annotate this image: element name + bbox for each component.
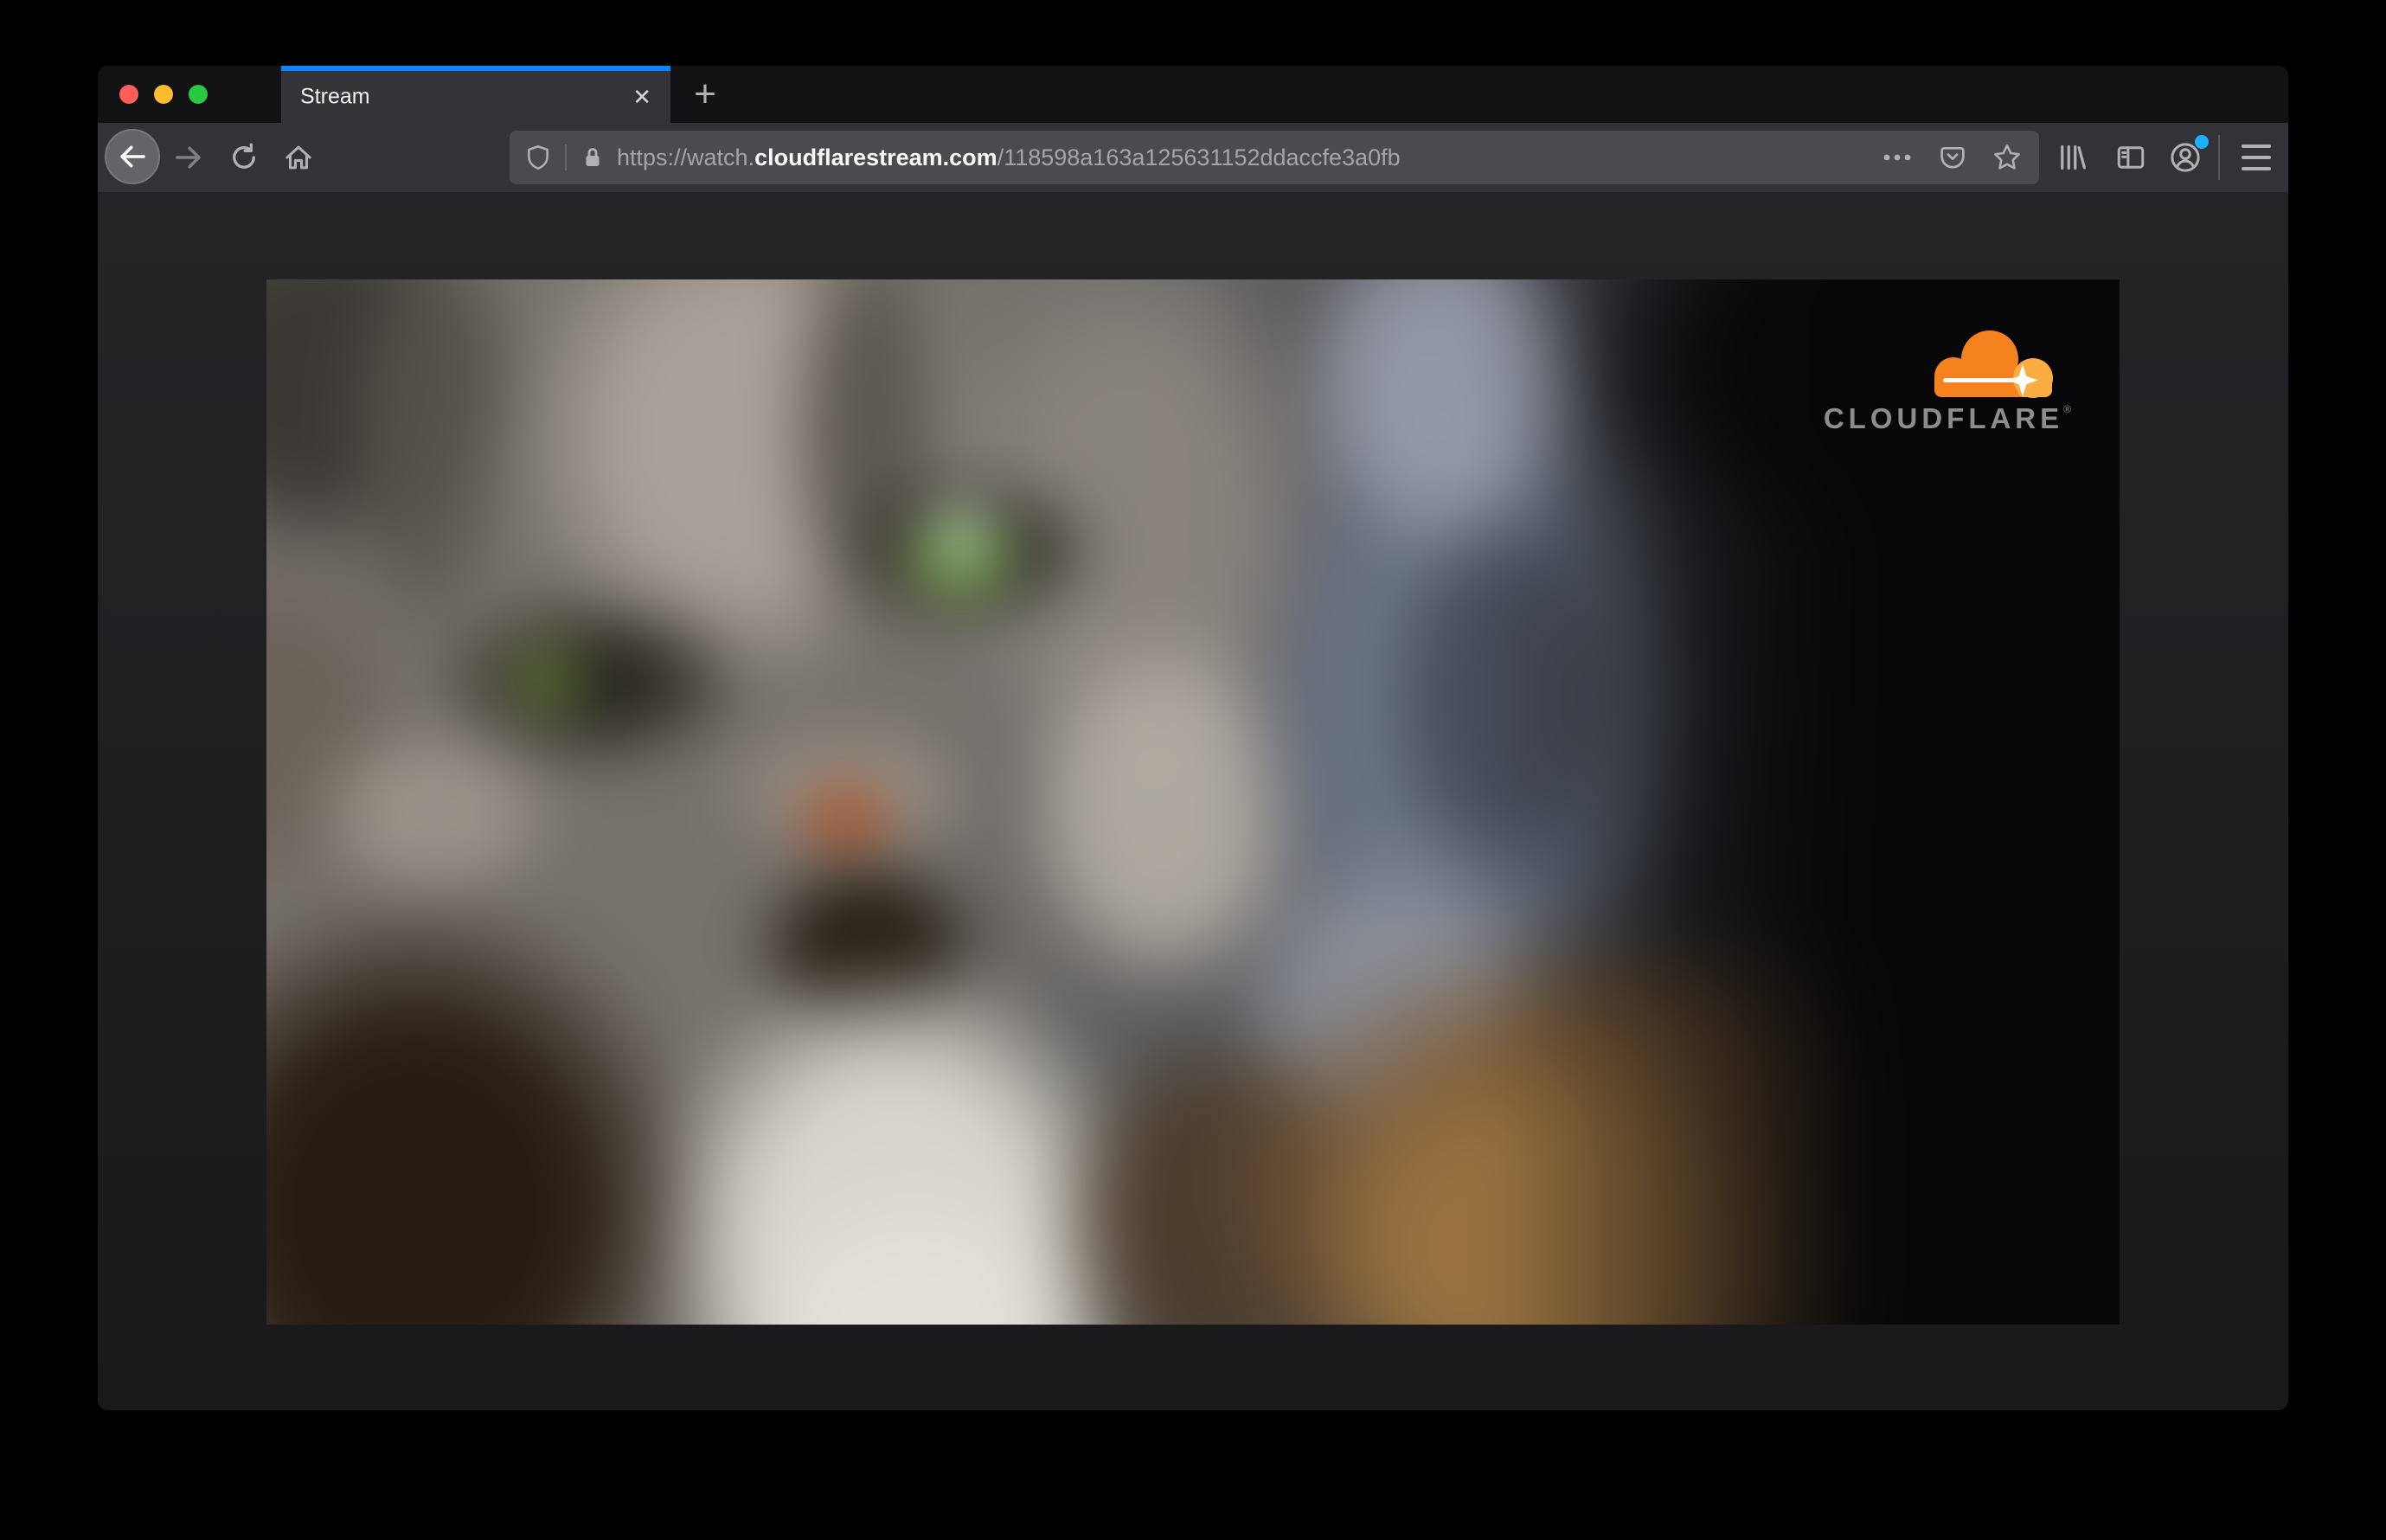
library-button[interactable]	[2053, 138, 2091, 176]
back-arrow-icon	[120, 145, 145, 168]
url-bar[interactable]: https://watch.cloudflarestream.com/11859…	[510, 131, 2039, 184]
url-prefix: https://watch.	[617, 144, 755, 170]
app-menu-button[interactable]	[2237, 138, 2275, 176]
cloudflare-wordmark: CLOUDFLARE®	[1823, 402, 2071, 434]
forward-button[interactable]	[171, 140, 206, 175]
sidebar-icon	[2117, 146, 2145, 169]
video-frame[interactable]: CLOUDFLARE®	[266, 279, 2120, 1325]
account-notification-badge	[2195, 135, 2209, 149]
video-dark-right	[1489, 279, 2120, 1325]
padlock-icon[interactable]	[579, 144, 606, 171]
page-actions-icon[interactable]	[1880, 143, 1915, 172]
home-button[interactable]	[281, 140, 316, 175]
minimize-window-button[interactable]	[154, 85, 173, 104]
library-icon	[2061, 144, 2086, 170]
cloudflare-cloud-icon	[1934, 330, 2053, 398]
forward-arrow-icon	[176, 146, 201, 169]
reload-icon	[233, 143, 255, 169]
tab-bar: Stream ✕ +	[98, 66, 2288, 123]
window-controls	[119, 66, 208, 123]
trademark-glyph: ®	[2063, 403, 2071, 415]
url-domain: cloudflarestream.com	[754, 144, 997, 170]
zoom-window-button[interactable]	[189, 85, 208, 104]
cloudflare-watermark: CLOUDFLARE®	[1824, 321, 2071, 433]
sidebar-toggle-button[interactable]	[2112, 138, 2150, 176]
video-blur-blob	[924, 504, 999, 557]
pocket-icon[interactable]	[1937, 142, 1968, 173]
tab-stream[interactable]: Stream ✕	[281, 66, 670, 123]
tab-close-icon[interactable]: ✕	[632, 86, 651, 108]
url-bar-divider	[565, 144, 567, 170]
browser-window: Stream ✕ + https://watch.cloudflarestrea…	[98, 66, 2288, 1410]
back-button[interactable]	[105, 129, 160, 184]
url-path: /118598a163a125631152ddaccfe3a0fb	[997, 144, 1401, 170]
url-text: https://watch.cloudflarestream.com/11859…	[617, 144, 1401, 171]
video-blur-blob	[303, 718, 563, 907]
video-blur-layer	[266, 279, 2120, 1325]
close-window-button[interactable]	[119, 85, 138, 104]
page-content: CLOUDFLARE®	[98, 192, 2288, 1410]
menu-bar	[2242, 144, 2271, 148]
new-tab-button[interactable]: +	[683, 73, 728, 116]
video-blur-blob	[794, 780, 897, 855]
tab-title: Stream	[300, 84, 370, 109]
video-blur-blob	[562, 645, 647, 719]
reload-button[interactable]	[227, 140, 261, 175]
navigation-toolbar: https://watch.cloudflarestream.com/11859…	[98, 123, 2288, 192]
menu-bar	[2242, 156, 2271, 159]
bookmark-star-icon[interactable]	[1991, 141, 2024, 174]
home-icon	[285, 145, 311, 170]
toolbar-divider	[2218, 135, 2220, 180]
menu-bar	[2242, 167, 2271, 170]
tracking-protection-shield-icon[interactable]	[523, 143, 553, 172]
